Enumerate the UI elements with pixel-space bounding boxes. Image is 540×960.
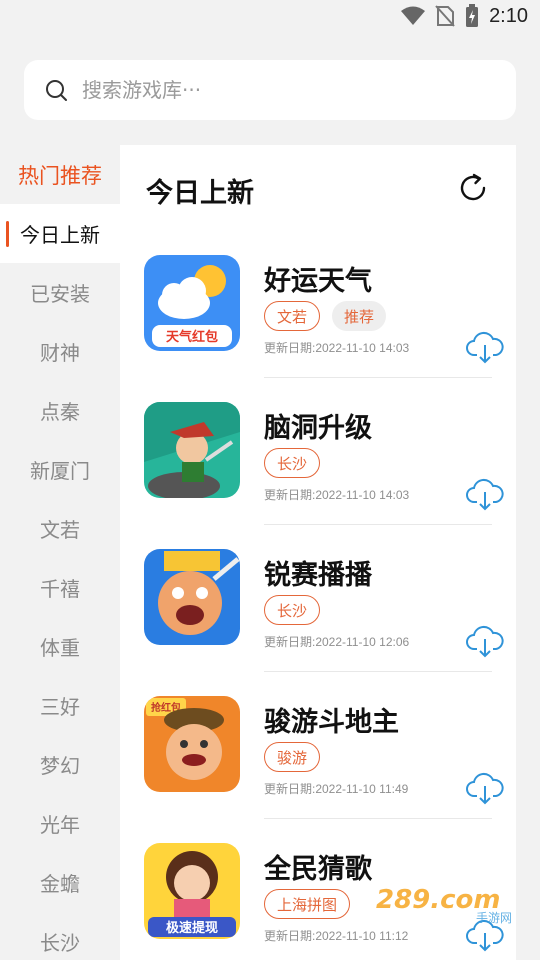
game-tag[interactable]: 骏游 <box>264 742 321 772</box>
search-input[interactable] <box>82 78 482 102</box>
sidebar-item-caishen[interactable]: 财神 <box>0 322 120 381</box>
svg-text:天气红包: 天气红包 <box>166 329 218 345</box>
search-bar[interactable] <box>24 60 516 120</box>
cloud-download-icon[interactable] <box>466 772 504 806</box>
wifi-icon <box>401 6 426 25</box>
update-date: 更新日期:2022-11-10 14:03 <box>264 488 410 502</box>
no-sim-icon <box>435 5 455 27</box>
refresh-icon[interactable] <box>456 171 490 205</box>
battery-charging-icon <box>466 4 479 27</box>
game-item-naodong-shengji[interactable]: 脑洞升级 长沙 更新日期:2022-11-10 14:03 <box>144 402 504 549</box>
update-date: 更新日期:2022-11-10 12:06 <box>264 635 410 649</box>
game-tag-recommend[interactable]: 推荐 <box>332 301 387 331</box>
svg-text:手游网: 手游网 <box>476 911 512 924</box>
sidebar-item-xinxiamen[interactable]: 新厦门 <box>0 440 120 499</box>
sidebar-item-new-today[interactable]: 今日上新 <box>0 204 120 263</box>
sidebar-item-jinchan[interactable]: 金蟾 <box>0 853 120 912</box>
game-item-junyou-doudizhu[interactable]: 抢红包 骏游斗地主 骏游 更新日期:2022-11-10 11:49 <box>144 696 504 843</box>
search-icon <box>46 80 67 101</box>
site-watermark: 289.com 手游网 <box>376 885 512 924</box>
cloud-download-icon[interactable] <box>466 478 504 512</box>
sidebar-item-dianqin[interactable]: 点秦 <box>0 381 120 440</box>
game-icon-junyou-doudizhu: 抢红包 <box>144 696 240 792</box>
sidebar-item-wenruo[interactable]: 文若 <box>0 499 120 558</box>
game-tag[interactable]: 上海拼图 <box>264 889 351 919</box>
game-name: 骏游斗地主 <box>264 707 399 738</box>
game-tag[interactable]: 文若 <box>264 301 321 331</box>
sidebar-item-tizhong[interactable]: 体重 <box>0 617 120 676</box>
sidebar-item-installed[interactable]: 已安装 <box>0 263 120 322</box>
update-date: 更新日期:2022-11-10 11:12 <box>264 929 409 943</box>
svg-text:极速提现: 极速提现 <box>166 920 218 936</box>
update-date: 更新日期:2022-11-10 14:03 <box>264 341 410 355</box>
game-item-haoyun-tianqi[interactable]: 天气红包 好运天气 文若 推荐 更新日期:2022-11-10 14:03 <box>144 255 504 402</box>
cloud-download-icon[interactable] <box>466 625 504 659</box>
game-tag[interactable]: 长沙 <box>264 595 321 625</box>
divider <box>264 377 492 378</box>
sidebar-item-guangnian[interactable]: 光年 <box>0 794 120 853</box>
sidebar-item-hot[interactable]: 热门推荐 <box>0 145 120 204</box>
game-name: 锐赛播播 <box>264 560 372 591</box>
game-icon-naodong-shengji <box>144 402 240 498</box>
divider <box>264 671 492 672</box>
game-list-panel: 今日上新 天气红包 好运天气 文若 推荐 更新日期:2022-11-10 14:… <box>120 145 516 960</box>
cloud-download-icon[interactable] <box>466 331 504 365</box>
status-time: 2:10 <box>489 4 528 27</box>
section-title: 今日上新 <box>146 178 254 209</box>
game-tag[interactable]: 长沙 <box>264 448 321 478</box>
sidebar-item-changsha[interactable]: 长沙 <box>0 912 120 960</box>
divider <box>264 524 492 525</box>
divider <box>264 818 492 819</box>
game-name: 好运天气 <box>264 266 372 297</box>
sidebar-item-sanhao[interactable]: 三好 <box>0 676 120 735</box>
game-icon-haoyun-tianqi: 天气红包 <box>144 255 240 351</box>
game-icon-quanmin-caige: 极速提现 <box>144 843 240 939</box>
category-sidebar: 热门推荐 今日上新 已安装 财神 点秦 新厦门 文若 千禧 体重 三好 梦幻 光… <box>0 145 120 960</box>
sidebar-item-menghuan[interactable]: 梦幻 <box>0 735 120 794</box>
game-name: 脑洞升级 <box>264 413 372 444</box>
game-icon-ruisai-bobo <box>144 549 240 645</box>
update-date: 更新日期:2022-11-10 11:49 <box>264 782 409 796</box>
sidebar-item-qianxi[interactable]: 千禧 <box>0 558 120 617</box>
status-bar: 2:10 <box>0 0 540 36</box>
cloud-download-icon[interactable] <box>466 919 504 953</box>
game-item-ruisai-bobo[interactable]: 锐赛播播 长沙 更新日期:2022-11-10 12:06 <box>144 549 504 696</box>
game-name: 全民猜歌 <box>264 854 372 885</box>
